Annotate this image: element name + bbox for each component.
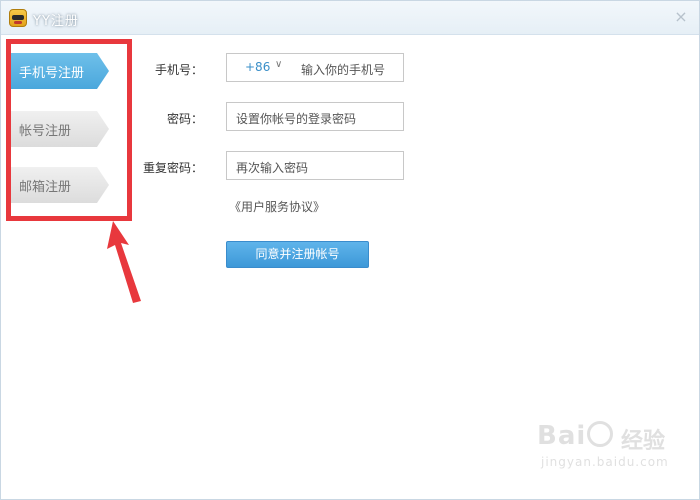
country-code-select[interactable]: +86	[245, 60, 270, 74]
sidebar-item-label: 手机号注册	[19, 66, 85, 81]
register-window: YY注册 × 手机号注册 帐号注册 邮箱注册 手机号： +86 ∨ 输入你的手机…	[0, 0, 700, 500]
phone-placeholder: 输入你的手机号	[301, 63, 386, 77]
baidu-paw-icon	[587, 421, 613, 447]
sidebar-item-account-register[interactable]: 帐号注册	[9, 111, 109, 147]
confirm-password-label: 重复密码：	[142, 161, 203, 175]
sidebar-item-label: 帐号注册	[19, 124, 72, 139]
watermark-url: jingyan.baidu.com	[541, 455, 669, 469]
close-button[interactable]: ×	[671, 7, 691, 27]
window-title: YY注册	[33, 14, 79, 29]
watermark-brand: Bai	[537, 421, 587, 451]
yy-logo-icon	[9, 9, 27, 27]
annotation-arrow-icon	[107, 221, 141, 303]
phone-input[interactable]: +86 ∨ 输入你的手机号	[226, 53, 404, 82]
confirm-password-input[interactable]: 再次输入密码	[226, 151, 404, 180]
user-agreement-link[interactable]: 《用户服务协议》	[229, 198, 325, 215]
password-label: 密码：	[166, 112, 203, 126]
title-bar: YY注册 ×	[1, 1, 699, 35]
phone-label: 手机号：	[154, 63, 203, 77]
watermark-jingyan: 经验	[621, 429, 666, 454]
sidebar-item-label: 邮箱注册	[19, 180, 72, 195]
baidu-jingyan-watermark: Bai 经验 jingyan.baidu.com	[531, 419, 681, 475]
password-input[interactable]: 设置你帐号的登录密码	[226, 102, 404, 131]
chevron-down-icon[interactable]: ∨	[275, 59, 282, 70]
confirm-password-placeholder: 再次输入密码	[236, 161, 309, 175]
agree-and-register-button[interactable]: 同意并注册帐号	[226, 241, 369, 268]
sidebar-item-phone-register[interactable]: 手机号注册	[9, 53, 109, 89]
sidebar-item-email-register[interactable]: 邮箱注册	[9, 167, 109, 203]
password-placeholder: 设置你帐号的登录密码	[236, 112, 357, 126]
